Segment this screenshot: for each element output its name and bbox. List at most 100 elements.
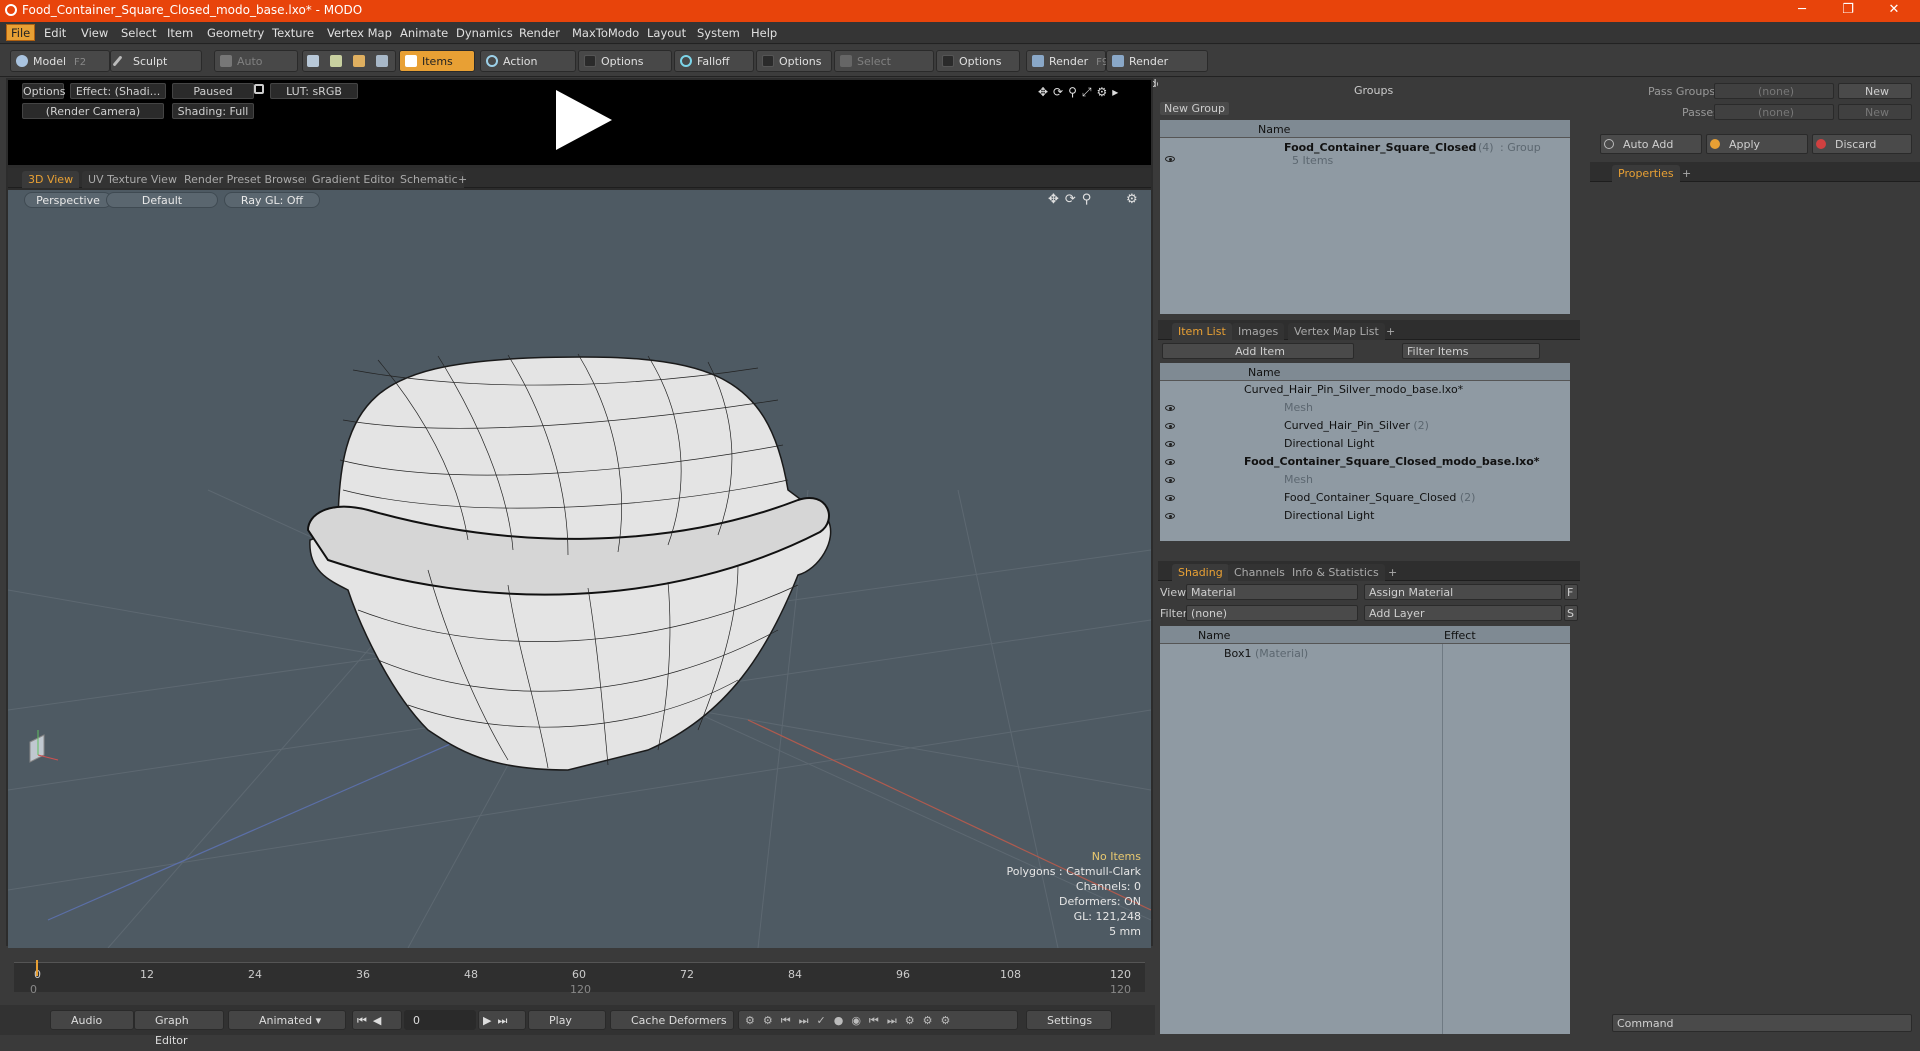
maximize-button[interactable]: ❐ — [1828, 2, 1868, 20]
tab-render-preset-browser[interactable]: Render Preset Browser — [178, 171, 316, 188]
menu-edit[interactable]: Edit — [44, 26, 66, 40]
view-dropdown[interactable]: Material — [1186, 584, 1358, 600]
shading-dropdown[interactable]: Shading: Full — [172, 103, 254, 119]
properties-add-tab[interactable]: + — [1676, 165, 1697, 182]
settings-button[interactable]: Settings — [1026, 1010, 1112, 1030]
animated-dropdown[interactable]: Animated ▾ — [228, 1010, 346, 1030]
filter-dropdown[interactable]: (none) — [1186, 605, 1358, 621]
menu-help[interactable]: Help — [751, 26, 777, 40]
tab-images[interactable]: Images — [1232, 323, 1285, 340]
itemlist-add-tab[interactable]: + — [1380, 323, 1401, 340]
apply-button[interactable]: Apply — [1706, 134, 1808, 154]
list-item[interactable]: Curved_Hair_Pin_Silver_modo_base.lxo* — [1244, 383, 1463, 396]
material-mode-icon[interactable] — [376, 55, 388, 67]
tab-item-list[interactable]: Item List — [1172, 323, 1232, 340]
minimize-button[interactable]: ─ — [1782, 2, 1822, 20]
passes-dropdown[interactable]: (none) — [1714, 104, 1834, 120]
command-input[interactable]: Command — [1612, 1014, 1912, 1032]
tab-3d-view[interactable]: 3D View — [22, 171, 80, 188]
preview-options-button[interactable]: Options — [22, 83, 65, 99]
item-list[interactable]: Name Curved_Hair_Pin_Silver_modo_base.lx… — [1160, 363, 1570, 541]
shading-add-tab[interactable]: + — [1382, 564, 1403, 581]
menu-texture[interactable]: Texture — [272, 26, 314, 40]
menu-animate[interactable]: Animate — [400, 26, 448, 40]
edge-mode-icon[interactable] — [330, 55, 342, 67]
render-camera-dropdown[interactable]: (Render Camera) — [22, 103, 164, 119]
visibility-eye-icon[interactable] — [1165, 405, 1175, 411]
cache-deformers-button[interactable]: Cache Deformers — [610, 1010, 734, 1030]
menu-geometry[interactable]: Geometry — [207, 26, 264, 40]
menu-vertex-map[interactable]: Vertex Map — [327, 26, 392, 40]
menu-layout[interactable]: Layout — [647, 26, 686, 40]
render-preview[interactable]: Options Effect: (Shadi... Paused LUT: sR… — [8, 80, 1151, 165]
playhead[interactable] — [36, 960, 38, 976]
3d-viewport[interactable]: Perspective Default Ray GL: Off ✥⟳⚲ ⚙ No… — [8, 190, 1151, 948]
transport-end-buttons[interactable]: ▶⏭ — [478, 1010, 526, 1030]
visibility-eye-icon[interactable] — [1165, 495, 1175, 501]
play-button[interactable]: Play — [528, 1010, 606, 1030]
vertex-mode-icon[interactable] — [307, 55, 319, 67]
falloff-button[interactable]: Falloff — [674, 50, 754, 72]
select-through-options-button[interactable]: Options — [936, 50, 1020, 72]
timeline[interactable]: 0 12 24 36 48 60 72 84 96 108 120 0 120 … — [8, 950, 1151, 1002]
model-mode-button[interactable]: Model F2 — [10, 50, 110, 72]
paused-button[interactable]: Paused — [172, 83, 254, 99]
falloff-options-button[interactable]: Options — [756, 50, 832, 72]
assign-material-button[interactable]: Assign Material — [1364, 584, 1562, 600]
polygon-mode-icon[interactable] — [353, 55, 365, 67]
play-icon[interactable] — [548, 85, 618, 155]
preview-nav-icons[interactable]: ✥⟳⚲⤢⚙▸ — [1038, 85, 1123, 100]
list-item[interactable]: Directional Light — [1284, 437, 1374, 450]
render-button[interactable]: Render F9 — [1026, 50, 1108, 72]
effect-dropdown[interactable]: Effect: (Shadi... — [70, 83, 166, 99]
lut-dropdown[interactable]: LUT: sRGB — [270, 83, 358, 99]
visibility-eye-icon[interactable] — [1165, 441, 1175, 447]
menu-system[interactable]: System — [697, 26, 740, 40]
tab-properties[interactable]: Properties — [1612, 165, 1680, 182]
add-tab-button[interactable]: + — [452, 171, 473, 188]
menu-view[interactable]: View — [81, 26, 108, 40]
add-item-dropdown[interactable]: Add Item — [1162, 343, 1354, 359]
render-window-button[interactable]: Render Window — [1106, 50, 1208, 90]
list-item[interactable]: Mesh — [1284, 401, 1313, 414]
action-center-options-button[interactable]: Options — [578, 50, 672, 72]
menu-render[interactable]: Render — [519, 26, 560, 40]
visibility-eye-icon[interactable] — [1165, 459, 1175, 465]
transport-start-buttons[interactable]: ⏮◀ — [352, 1010, 402, 1030]
list-item[interactable]: Directional Light — [1284, 509, 1374, 522]
auto-select-button[interactable]: Auto Select — [214, 50, 298, 90]
menu-dynamics[interactable]: Dynamics — [456, 26, 513, 40]
tab-channels[interactable]: Channels — [1228, 564, 1291, 581]
f-button[interactable]: F — [1564, 584, 1578, 600]
menu-select[interactable]: Select — [121, 26, 156, 40]
s-button[interactable]: S — [1564, 605, 1578, 621]
menu-file[interactable]: File — [6, 24, 36, 41]
items-mode-button[interactable]: Items — [399, 50, 475, 72]
visibility-eye-icon[interactable] — [1165, 513, 1175, 519]
audio-button[interactable]: Audio — [50, 1010, 134, 1030]
visibility-eye-icon[interactable] — [1165, 156, 1175, 162]
list-item[interactable]: Food_Container_Square_Closed (2) — [1284, 491, 1475, 504]
tab-vertex-map-list[interactable]: Vertex Map List — [1288, 323, 1385, 340]
list-item[interactable]: Mesh — [1284, 473, 1313, 486]
sculpt-mode-button[interactable]: Sculpt — [110, 50, 202, 72]
tab-info-statistics[interactable]: Info & Statistics — [1286, 564, 1385, 581]
add-layer-dropdown[interactable]: Add Layer — [1364, 605, 1562, 621]
frame-input[interactable]: 0 — [404, 1010, 476, 1030]
graph-editor-button[interactable]: Graph Editor — [134, 1010, 224, 1047]
visibility-eye-icon[interactable] — [1165, 423, 1175, 429]
action-center-button[interactable]: Action Center — [480, 50, 576, 90]
lock-icon[interactable] — [254, 84, 264, 94]
auto-add-button[interactable]: Auto Add — [1600, 134, 1702, 154]
visibility-eye-icon[interactable] — [1165, 477, 1175, 483]
group-item-name[interactable]: Food_Container_Square_Closed — [1284, 141, 1476, 154]
new-pass-group-button[interactable]: New — [1838, 83, 1912, 99]
select-through-button[interactable]: Select Through — [834, 50, 934, 90]
pass-groups-dropdown[interactable]: (none) — [1714, 83, 1834, 99]
close-button[interactable]: ✕ — [1874, 2, 1914, 20]
shader-tree[interactable]: Name Effect Box1 (Material) — [1160, 626, 1570, 1034]
list-item[interactable]: Box1 (Material) — [1224, 647, 1308, 660]
list-item[interactable]: Food_Container_Square_Closed_modo_base.l… — [1244, 455, 1540, 468]
tab-gradient-editor[interactable]: Gradient Editor — [306, 171, 402, 188]
menu-maxtomodo[interactable]: MaxToModo — [572, 26, 639, 40]
